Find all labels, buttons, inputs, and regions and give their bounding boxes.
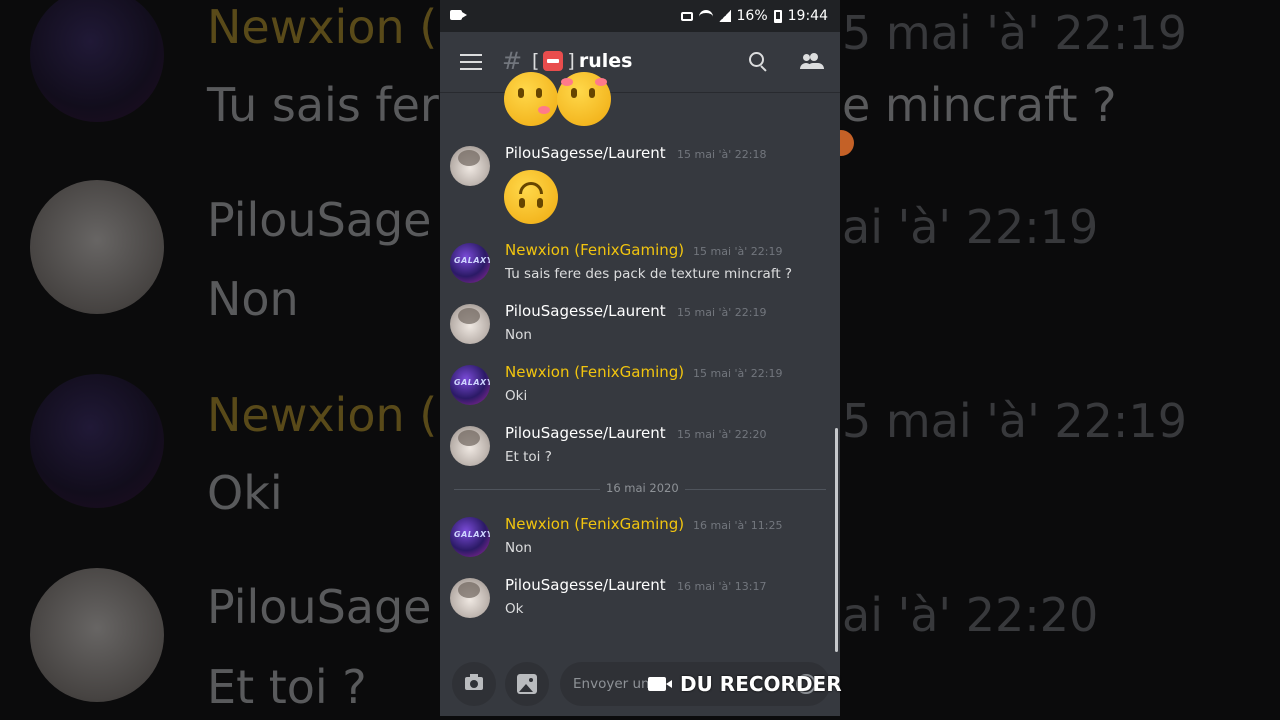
phone-screen: 16% 19:44 # [ ] rules PilouSagesse/Laure… <box>440 0 840 716</box>
avatar[interactable] <box>450 365 490 405</box>
background-text: Tu sais fere <box>207 78 467 132</box>
message-text: Ok <box>505 601 524 617</box>
battery-percent: 16% <box>736 8 768 24</box>
search-icon[interactable] <box>748 51 770 73</box>
avatar[interactable] <box>450 243 490 283</box>
background-text: Newxion ( <box>207 0 438 54</box>
message-timestamp: 15 mai 'à' 22:20 <box>677 428 767 441</box>
upside-down-face-emoji <box>504 170 558 224</box>
background-avatar-girl <box>30 568 164 702</box>
image-icon <box>517 674 537 694</box>
video-camera-icon <box>648 677 672 691</box>
background-text: Et toi ? <box>207 660 367 714</box>
message-timestamp: 15 mai 'à' 22:19 <box>693 367 783 380</box>
message-author[interactable]: Newxion (FenixGaming) <box>505 241 684 259</box>
battery-icon <box>773 9 782 23</box>
background-text: Non <box>207 272 299 326</box>
date-divider-label: 16 mai 2020 <box>600 481 685 495</box>
background-text: 5 mai 'à' 22:19 <box>842 6 1187 60</box>
avatar[interactable] <box>450 578 490 618</box>
status-icons: 16% 19:44 <box>680 8 828 24</box>
members-icon[interactable] <box>800 52 826 72</box>
message-text: Et toi ? <box>505 449 552 465</box>
message-timestamp: 16 mai 'à' 11:25 <box>693 519 783 532</box>
channel-hash-icon: # <box>502 47 523 75</box>
avatar[interactable] <box>450 146 490 186</box>
message-author[interactable]: Newxion (FenixGaming) <box>505 363 684 381</box>
message-input-placeholder: Envoyer un <box>573 676 650 692</box>
message-timestamp: 15 mai 'à' 22:19 <box>693 245 783 258</box>
message-author[interactable]: PilouSagesse/Laurent <box>505 424 666 442</box>
background-avatar-galaxy <box>30 374 164 508</box>
avatar[interactable] <box>450 517 490 557</box>
smiling-face-emoji <box>557 72 611 126</box>
background-text: ai 'à' 22:19 <box>842 200 1099 254</box>
camera-icon <box>465 674 483 690</box>
message-author[interactable]: Newxion (FenixGaming) <box>505 515 684 533</box>
bracket-right: ] <box>567 50 575 72</box>
gallery-button[interactable] <box>505 662 549 706</box>
savoring-face-emoji <box>504 72 558 126</box>
menu-icon[interactable] <box>460 54 482 70</box>
message-author[interactable]: PilouSagesse/Laurent <box>505 302 666 320</box>
message-timestamp: 16 mai 'à' 13:17 <box>677 580 767 593</box>
status-bar: 16% 19:44 <box>440 0 840 32</box>
camera-button[interactable] <box>452 662 496 706</box>
message-text: Non <box>505 540 532 556</box>
channel-header: # [ ] rules <box>440 32 840 92</box>
background-text: PilouSage <box>207 580 432 634</box>
background-text: e mincraft ? <box>842 78 1117 132</box>
clock: 19:44 <box>787 8 828 24</box>
channel-name: rules <box>578 50 633 72</box>
background-text: 5 mai 'à' 22:19 <box>842 394 1187 448</box>
screen-record-icon <box>450 10 467 20</box>
scrollbar[interactable] <box>835 428 838 652</box>
avatar[interactable] <box>450 426 490 466</box>
wifi-icon <box>698 10 713 22</box>
message-list[interactable]: PilouSagesse/Laurent 15 mai 'à' 22:18 Ne… <box>440 72 840 652</box>
cast-icon <box>680 11 693 21</box>
message-timestamp: 15 mai 'à' 22:18 <box>677 148 767 161</box>
message-author[interactable]: PilouSagesse/Laurent <box>505 144 666 162</box>
recorder-watermark: DU RECORDER <box>648 672 842 696</box>
message-text: Oki <box>505 388 528 404</box>
avatar[interactable] <box>450 304 490 344</box>
message-text: Tu sais fere des pack de texture mincraf… <box>505 266 793 282</box>
background-text: PilouSage <box>207 193 432 247</box>
background-text: Oki <box>207 466 283 520</box>
background-text: ai 'à' 22:20 <box>842 588 1099 642</box>
signal-icon <box>718 10 731 22</box>
bracket-left: [ <box>532 50 540 72</box>
no-entry-icon <box>543 51 564 71</box>
message-timestamp: 15 mai 'à' 22:19 <box>677 306 767 319</box>
message-author[interactable]: PilouSagesse/Laurent <box>505 576 666 594</box>
background-avatar-galaxy <box>30 0 164 122</box>
background-text: Newxion ( <box>207 388 438 442</box>
background-avatar-girl <box>30 180 164 314</box>
message-text: Non <box>505 327 532 343</box>
watermark-text: DU RECORDER <box>680 672 842 696</box>
channel-title: [ ] rules <box>532 50 632 72</box>
